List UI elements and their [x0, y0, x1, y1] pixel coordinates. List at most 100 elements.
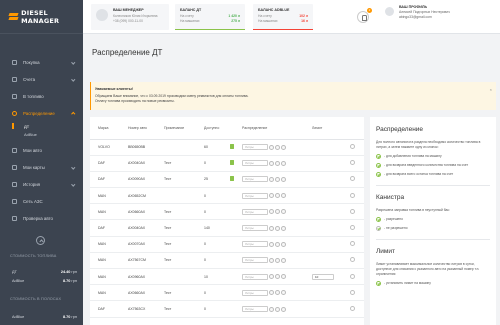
return-fuel-button[interactable]: [275, 177, 280, 183]
return-fuel-button[interactable]: [275, 257, 280, 263]
return-fuel-button[interactable]: [275, 209, 280, 215]
balance-adblue-cars-row: На машинах 16 л: [258, 19, 308, 24]
limit-check-icon[interactable]: [350, 225, 355, 231]
return-fuel-button[interactable]: [275, 144, 280, 150]
limit-check-icon[interactable]: [350, 305, 355, 311]
return-fuel-button[interactable]: [275, 160, 280, 166]
cell-note: Тест: [164, 203, 204, 221]
manager-phone[interactable]: +38 (099) 000-11-00: [113, 19, 169, 24]
liters-input[interactable]: Литры: [242, 192, 268, 199]
liters-input[interactable]: Литры: [242, 225, 268, 232]
canister-icon[interactable]: [230, 176, 234, 182]
return-all-button[interactable]: [281, 144, 286, 150]
limit-check-icon[interactable]: [350, 273, 355, 279]
add-fuel-button[interactable]: [269, 241, 274, 247]
return-all-button[interactable]: [281, 274, 286, 280]
sidebar-item-fuel[interactable]: В топливо: [0, 88, 83, 105]
add-fuel-button[interactable]: [269, 225, 274, 231]
return-all-button[interactable]: [281, 225, 286, 231]
return-all-button[interactable]: [281, 193, 286, 199]
liters-input[interactable]: Литры: [242, 241, 268, 248]
help-option: - для возврата введенного количества топ…: [376, 162, 490, 168]
canister-help-title: Канистра: [376, 194, 405, 202]
return-all-button[interactable]: [281, 257, 286, 263]
sidebar-item-my-cars[interactable]: Мои авто: [0, 142, 83, 159]
canister-icon[interactable]: [230, 160, 234, 166]
liters-input[interactable]: Литры: [242, 144, 268, 151]
add-fuel-button[interactable]: [269, 209, 274, 215]
liters-input[interactable]: Литры: [242, 273, 268, 280]
history-icon: [12, 182, 17, 187]
sidebar-item-label: История: [23, 182, 41, 187]
sidebar-subitem-adblue[interactable]: AdBlue: [0, 130, 83, 138]
limit-check-icon[interactable]: [350, 160, 355, 166]
liters-input[interactable]: Литры: [242, 289, 268, 296]
return-fuel-button[interactable]: [275, 274, 280, 280]
logo[interactable]: DIESEL MANAGER: [0, 0, 83, 34]
add-fuel-button[interactable]: [269, 274, 274, 280]
help-option-text: - для добавления топлива на машину: [384, 154, 442, 159]
add-fuel-button[interactable]: [269, 257, 274, 263]
add-fuel-button[interactable]: [269, 290, 274, 296]
add-fuel-button[interactable]: [269, 160, 274, 166]
strip-cost-row: AdBlue 8.70 грн: [12, 315, 77, 319]
return-fuel-button[interactable]: [275, 306, 280, 312]
sidebar-item-stations[interactable]: Сеть АЗС: [0, 193, 83, 210]
notifications-bell-icon[interactable]: [357, 11, 369, 23]
close-icon[interactable]: ×: [490, 87, 492, 92]
cell-note: Тест: [164, 284, 204, 302]
cell-brand: MAN: [90, 187, 128, 205]
return-fuel-button[interactable]: [275, 241, 280, 247]
chevron-down-icon: [70, 60, 75, 65]
sidebar-item-car-check[interactable]: Проверка авто: [0, 210, 83, 227]
sidebar-item-history[interactable]: История: [0, 176, 83, 193]
cell-plate: AX0040AX: [128, 219, 164, 237]
limit-check-icon[interactable]: [350, 144, 355, 150]
cell-note: Тест: [164, 236, 204, 253]
add-fuel-button[interactable]: [269, 306, 274, 312]
limit-input[interactable]: 10: [312, 273, 334, 280]
limit-check-icon[interactable]: [350, 289, 355, 295]
liters-input[interactable]: Литры: [242, 257, 268, 264]
fuel-cost-name: AdBlue: [12, 315, 25, 319]
liters-input[interactable]: Литры: [242, 305, 268, 312]
limit-check-icon[interactable]: [350, 192, 355, 198]
return-all-button[interactable]: [281, 241, 286, 247]
return-fuel-button[interactable]: [275, 193, 280, 199]
return-fuel-button[interactable]: [275, 225, 280, 231]
return-all-button[interactable]: [281, 177, 286, 183]
return-all-button[interactable]: [281, 160, 286, 166]
add-fuel-button[interactable]: [269, 193, 274, 199]
sidebar-item-my-cards[interactable]: Мои карты: [0, 159, 83, 176]
liters-input[interactable]: Литры: [242, 160, 268, 167]
liters-input[interactable]: Литры: [242, 176, 268, 183]
return-all-button[interactable]: [281, 306, 286, 312]
limit-check-icon[interactable]: [350, 176, 355, 182]
table-row: MAN AX0660AX Тест 0 Литры: [90, 203, 364, 221]
balance-value: 16 л: [301, 19, 308, 23]
cart-icon: [12, 60, 17, 65]
help-option-text: - не разрешено: [384, 226, 408, 231]
sidebar-subitem-dt[interactable]: ДТ: [0, 122, 83, 130]
cell-brand: DAF: [90, 171, 128, 189]
return-all-button[interactable]: [281, 290, 286, 296]
return-all-button[interactable]: [281, 209, 286, 215]
limit-check-icon[interactable]: [350, 257, 355, 263]
help-option: - не разрешено: [376, 225, 490, 231]
return-fuel-button[interactable]: [275, 290, 280, 296]
limit-check-icon[interactable]: [350, 208, 355, 214]
cell-brand: DAF: [90, 300, 128, 318]
canister-icon[interactable]: [230, 144, 234, 150]
add-fuel-button[interactable]: [269, 144, 274, 150]
canister-help-text: Разрешена заправка топлива в неуступный …: [376, 208, 450, 213]
sidebar-item-bills[interactable]: Счета: [0, 71, 83, 88]
cell-available: 60: [204, 139, 230, 156]
limit-check-icon[interactable]: [350, 241, 355, 247]
sidebar-item-purchase[interactable]: Покупка: [0, 54, 83, 71]
add-fuel-button[interactable]: [269, 177, 274, 183]
distribution-table-card: Марка Номер авто Примечание Доступно Рас…: [90, 117, 364, 325]
sidebar-item-distribution[interactable]: Распределение: [0, 105, 83, 122]
liters-input[interactable]: Литры: [242, 208, 268, 215]
notice-line-2: Оплату топлива производить на новые рекв…: [95, 99, 175, 103]
collapse-sidebar-icon[interactable]: [36, 236, 45, 245]
